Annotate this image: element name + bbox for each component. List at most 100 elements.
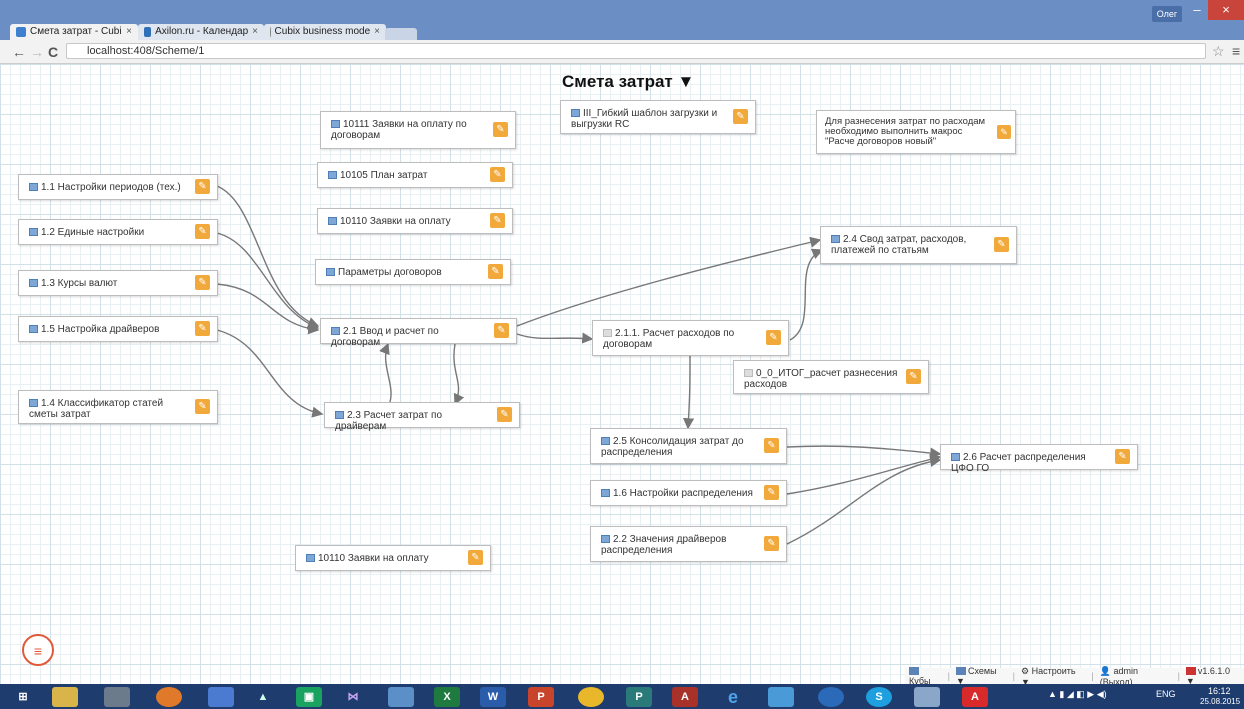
windows-start-icon[interactable]: ⊞ (10, 687, 36, 707)
page-title[interactable]: Смета затрат ▼ (562, 72, 694, 92)
tab-smeta[interactable]: Смета затрат - Cubi × (10, 24, 138, 40)
node-10111-payment-requests[interactable]: 10111 Заявки на оплату по договорам ✎ (320, 111, 516, 149)
edit-icon[interactable]: ✎ (497, 407, 512, 422)
node-2-1-contract-input[interactable]: 2.1 Ввод и расчет по договорам ✎ (320, 318, 517, 348)
edit-icon[interactable]: ✎ (494, 323, 509, 338)
node-label: 2.5 Консолидация затрат до распределения (601, 436, 744, 458)
node-label: 10110 Заявки на оплату (340, 216, 451, 227)
internet-explorer-icon[interactable]: e (720, 687, 746, 707)
version-dropdown[interactable]: v1.6.1.0 ▼ (1185, 666, 1240, 686)
node-1-3-currency-rates[interactable]: 1.3 Курсы валют ✎ (18, 270, 218, 296)
back-arrow-icon[interactable]: ← (12, 44, 26, 60)
skype-icon[interactable]: S (866, 687, 892, 707)
reload-icon[interactable]: C (48, 44, 58, 60)
node-1-1-period-settings[interactable]: 1.1 Настройки периодов (тех.) ✎ (18, 174, 218, 200)
node-flex-template[interactable]: III_Гибкий шаблон загрузки и выгрузки RC… (560, 100, 756, 134)
tab-cubix-business[interactable]: Cubix business mode × (264, 24, 386, 40)
app-icon[interactable] (208, 687, 234, 707)
browser-user-badge[interactable]: Олег (1152, 6, 1182, 22)
node-2-5-consolidation[interactable]: 2.5 Консолидация затрат до распределения… (590, 428, 787, 464)
edit-icon[interactable]: ✎ (195, 399, 210, 414)
node-1-5-driver-settings[interactable]: 1.5 Настройка драйверов ✎ (18, 316, 218, 342)
app-icon[interactable] (914, 687, 940, 707)
edit-icon[interactable]: ✎ (764, 485, 779, 500)
list-menu-button[interactable]: ≡ (22, 634, 54, 666)
note-text: Для разнесения затрат по расходам необхо… (825, 116, 986, 147)
edit-icon[interactable]: ✎ (490, 167, 505, 182)
cube-icon (331, 120, 340, 128)
edit-icon[interactable]: ✎ (764, 438, 779, 453)
node-2-2-driver-values[interactable]: 2.2 Значения драйверов распределения ✎ (590, 526, 787, 562)
tab-close-icon[interactable]: × (374, 24, 380, 40)
node-10110-payment-requests[interactable]: 10110 Заявки на оплату ✎ (317, 208, 513, 234)
project-icon[interactable]: P (626, 687, 652, 707)
chrome-icon[interactable] (578, 687, 604, 707)
node-10105-cost-plan[interactable]: 10105 План затрат ✎ (317, 162, 513, 188)
node-2-6-cfo-distribution[interactable]: 2.6 Расчет распределения ЦФО ГО ✎ (940, 444, 1138, 474)
tray-icons[interactable]: ▲ ▮ ◢ ◧ ▶ ◀) (1048, 689, 1107, 700)
edit-icon[interactable]: ✎ (997, 125, 1011, 139)
powerpoint-icon[interactable]: P (528, 687, 554, 707)
excel-icon[interactable]: X (434, 687, 460, 707)
edit-icon[interactable]: ✎ (488, 264, 503, 279)
tab-close-icon[interactable]: × (252, 24, 258, 40)
tab-close-icon[interactable]: × (126, 24, 132, 40)
edit-icon[interactable]: ✎ (766, 330, 781, 345)
app-icon[interactable] (388, 687, 414, 707)
browser-menu-icon[interactable]: ≡ (1232, 43, 1240, 59)
app-icon[interactable] (156, 687, 182, 707)
edit-icon[interactable]: ✎ (468, 550, 483, 565)
schemes-dropdown[interactable]: Схемы ▼ (955, 666, 1007, 686)
node-1-2-common-settings[interactable]: 1.2 Единые настройки ✎ (18, 219, 218, 245)
tab-axilon[interactable]: Axilon.ru - Календар × (138, 24, 264, 40)
link-1-2-to-2-1 (216, 232, 320, 330)
node-contract-params[interactable]: Параметры договоров ✎ (315, 259, 511, 285)
cubes-icon (909, 667, 919, 675)
store-icon[interactable]: ▣ (296, 687, 322, 707)
language-indicator[interactable]: ENG (1156, 689, 1176, 699)
node-10110-payment-requests-2[interactable]: 10110 Заявки на оплату ✎ (295, 545, 491, 571)
node-1-4-cost-classifier[interactable]: 1.4 Классификатор статей сметы затрат ✎ (18, 390, 218, 424)
file-explorer-icon[interactable] (52, 687, 78, 707)
edit-icon[interactable]: ✎ (994, 237, 1009, 252)
access-icon[interactable]: A (672, 687, 698, 707)
edit-icon[interactable]: ✎ (493, 122, 508, 137)
app-icon[interactable] (818, 687, 844, 707)
scheme-canvas[interactable]: Смета затрат ▼ 1.1 Настройки периодов (т… (0, 64, 1244, 687)
window-close-icon[interactable]: × (1208, 0, 1244, 20)
edit-icon[interactable]: ✎ (733, 109, 748, 124)
edit-icon[interactable]: ✎ (1115, 449, 1130, 464)
node-label: 1.5 Настройка драйверов (41, 324, 160, 335)
edit-icon[interactable]: ✎ (764, 536, 779, 551)
app-icon[interactable] (104, 687, 130, 707)
cubes-link[interactable]: Кубы (909, 666, 942, 686)
clock-date[interactable]: 25.08.2015 (1200, 697, 1240, 706)
node-2-4-cost-summary[interactable]: 2.4 Свод затрат, расходов, платежей по с… (820, 226, 1017, 264)
node-2-1-1-contract-expenses[interactable]: 2.1.1. Расчет расходов по договорам ✎ (592, 320, 789, 356)
cube-icon (326, 268, 335, 276)
link-1-5-to-2-1 (216, 329, 324, 418)
user-icon: 👤 (1099, 665, 1111, 676)
edit-icon[interactable]: ✎ (490, 213, 505, 228)
app-icon[interactable] (768, 687, 794, 707)
word-icon[interactable]: W (480, 687, 506, 707)
cube-icon (29, 183, 38, 191)
acrobat-icon[interactable]: A (962, 687, 988, 707)
edit-icon[interactable]: ✎ (906, 369, 921, 384)
edit-icon[interactable]: ✎ (195, 275, 210, 290)
node-itog-distribution[interactable]: 0_0_ИТОГ_расчет разнесения расходов ✎ (733, 360, 929, 394)
node-2-3-driver-costs[interactable]: 2.3 Расчет затрат по драйверам ✎ (324, 402, 520, 432)
new-tab-button[interactable] (385, 28, 417, 40)
url-input[interactable]: localhost:408/Scheme/1 (66, 43, 1206, 59)
visual-studio-icon[interactable]: ⋈ (340, 687, 366, 707)
node-label: Параметры договоров (338, 267, 442, 278)
cube-icon (29, 325, 38, 333)
edit-icon[interactable]: ✎ (195, 321, 210, 336)
edit-icon[interactable]: ✎ (195, 224, 210, 239)
node-1-6-distribution-settings[interactable]: 1.6 Настройки распределения ✎ (590, 480, 787, 506)
app-icon[interactable]: ▲ (250, 687, 276, 707)
clock-time[interactable]: 16:12 (1208, 686, 1231, 696)
forward-arrow-icon[interactable]: → (30, 44, 44, 60)
bookmark-star-icon[interactable]: ☆ (1212, 43, 1225, 60)
edit-icon[interactable]: ✎ (195, 179, 210, 194)
